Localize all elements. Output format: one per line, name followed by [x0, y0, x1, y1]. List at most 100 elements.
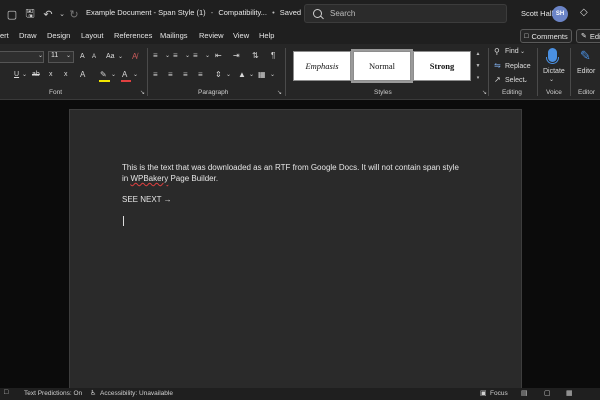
strikethrough-button[interactable]: ab [32, 71, 40, 78]
paragraph-dialog-launcher-icon[interactable]: ↘ [277, 89, 282, 96]
accessibility-icon[interactable]: ♿ [90, 389, 96, 397]
more-styles-icon[interactable]: ▾ [477, 75, 480, 81]
increase-indent-icon[interactable]: ⇥ [233, 51, 240, 60]
tab-references[interactable]: References [114, 31, 152, 40]
highlight-icon[interactable]: ✎ [100, 70, 107, 79]
document-canvas[interactable]: This is the text that was downloaded as … [0, 101, 600, 399]
paragraph-1-line-1[interactable]: This is the text that was downloaded as … [122, 162, 459, 173]
clear-formatting-icon[interactable]: A̸ [132, 52, 137, 61]
document-check-icon[interactable]: □ [4, 389, 8, 396]
editor-pen-icon[interactable]: ✎ [580, 48, 591, 64]
style-emphasis[interactable]: Emphasis [293, 51, 351, 81]
style-normal[interactable]: Normal [351, 49, 413, 83]
line-spacing-dropdown-icon[interactable]: ⌄ [226, 71, 231, 78]
chevron-down-icon[interactable]: ⌄ [118, 53, 123, 60]
misspelled-word[interactable]: WPBakery [130, 174, 168, 183]
tab-help[interactable]: Help [259, 31, 274, 40]
replace-icon[interactable]: ⇋ [494, 61, 501, 70]
font-color-icon[interactable]: A [122, 70, 127, 79]
styles-dialog-launcher-icon[interactable]: ↘ [482, 89, 487, 96]
tab-review[interactable]: Review [199, 31, 224, 40]
document-page[interactable]: This is the text that was downloaded as … [69, 109, 522, 399]
search-box[interactable]: Search [304, 4, 507, 23]
subscript-button[interactable]: x [49, 71, 53, 78]
save-icon[interactable]: 🖫 [22, 6, 38, 22]
underline-button[interactable]: U [14, 71, 19, 78]
document-icon[interactable]: ▢ [4, 6, 20, 22]
numbering-dropdown-icon[interactable]: ⌄ [185, 52, 190, 59]
change-case-button[interactable]: Aa [106, 53, 115, 60]
print-layout-icon[interactable]: ▢ [544, 389, 551, 397]
replace-button[interactable]: Replace [505, 63, 531, 70]
status-bar: □ Text Predictions: On ♿ Accessibility: … [0, 388, 600, 400]
font-color-swatch [121, 80, 131, 82]
align-right-icon[interactable]: ≡ [183, 70, 188, 79]
sort-icon[interactable]: ⇅ [252, 51, 259, 60]
comments-button[interactable]: □ Comments [520, 29, 572, 43]
borders-icon[interactable]: ▦ [258, 70, 266, 79]
multilevel-list-icon[interactable]: ≡ [193, 51, 198, 60]
shrink-font-button[interactable]: A [92, 54, 96, 60]
paragraph-2[interactable]: SEE NEXT → [122, 194, 172, 205]
editor-button[interactable]: Editor [577, 68, 595, 75]
focus-button[interactable]: Focus [490, 390, 508, 397]
find-button[interactable]: Find [505, 48, 519, 55]
select-dropdown-icon[interactable]: ⌄ [523, 77, 528, 84]
tab-insert[interactable]: ert [0, 31, 9, 40]
shading-dropdown-icon[interactable]: ⌄ [249, 71, 254, 78]
editing-mode-button[interactable]: ✎ Editi [576, 29, 600, 43]
tab-mailings[interactable]: Mailings [160, 31, 188, 40]
premium-diamond-icon[interactable]: ◇ [580, 7, 588, 18]
chevron-up-icon[interactable]: ▲ [476, 51, 481, 57]
font-dialog-launcher-icon[interactable]: ↘ [140, 89, 145, 96]
align-left-icon[interactable]: ≡ [153, 70, 158, 79]
bullets-dropdown-icon[interactable]: ⌄ [165, 52, 170, 59]
document-title[interactable]: Example Document - Span Style (1) - Comp… [86, 8, 311, 17]
web-layout-icon[interactable]: ▦ [566, 389, 573, 397]
pilcrow-icon[interactable]: ¶ [271, 51, 275, 60]
justify-icon[interactable]: ≡ [198, 70, 203, 79]
styles-gallery-scroll[interactable]: ▲ ▼ ▾ [474, 51, 482, 81]
title-bar: ▢ 🖫 ↶ ⌄ ↻ Example Document - Span Style … [0, 0, 600, 28]
shading-icon[interactable]: ▲ [238, 70, 246, 79]
font-size-dropdown-icon[interactable]: ⌄ [66, 52, 71, 59]
read-mode-icon[interactable]: ▤ [521, 389, 528, 397]
accessibility-status[interactable]: Accessibility: Unavailable [100, 390, 173, 397]
select-icon[interactable]: ↗ [494, 75, 501, 84]
align-center-icon[interactable]: ≡ [168, 70, 173, 79]
find-dropdown-icon[interactable]: ⌄ [520, 48, 525, 55]
multilevel-dropdown-icon[interactable]: ⌄ [205, 52, 210, 59]
bullets-icon[interactable]: ≡ [153, 51, 158, 60]
borders-dropdown-icon[interactable]: ⌄ [270, 71, 275, 78]
avatar[interactable]: SH [552, 6, 568, 22]
find-icon[interactable]: ⚲ [494, 47, 500, 56]
highlight-dropdown-icon[interactable]: ⌄ [111, 71, 116, 78]
font-family-dropdown-icon[interactable]: ⌄ [38, 52, 43, 59]
tab-design[interactable]: Design [47, 31, 70, 40]
compatibility-mode: Compatibility... [218, 8, 267, 17]
style-strong[interactable]: Strong [413, 51, 471, 81]
text-predictions-status[interactable]: Text Predictions: On [24, 390, 82, 397]
ribbon-divider [537, 48, 538, 96]
ribbon-divider [488, 48, 489, 96]
line-spacing-icon[interactable]: ⇕ [215, 70, 222, 79]
text-effects-icon[interactable]: A [80, 70, 85, 79]
tab-draw[interactable]: Draw [19, 31, 37, 40]
select-button[interactable]: Select [505, 77, 524, 84]
focus-icon[interactable]: ▣ [480, 389, 487, 397]
dictate-dropdown-icon[interactable]: ⌄ [549, 76, 554, 83]
redo-icon[interactable]: ↻ [66, 6, 82, 22]
chevron-down-icon[interactable]: ▼ [476, 63, 481, 69]
numbering-icon[interactable]: ≡ [173, 51, 178, 60]
user-name[interactable]: Scott Hall [521, 9, 553, 18]
underline-dropdown-icon[interactable]: ⌄ [22, 71, 27, 78]
dictate-button[interactable]: Dictate [543, 68, 565, 75]
decrease-indent-icon[interactable]: ⇤ [215, 51, 222, 60]
title-separator: - [210, 8, 214, 17]
tab-layout[interactable]: Layout [81, 31, 104, 40]
tab-view[interactable]: View [233, 31, 249, 40]
font-color-dropdown-icon[interactable]: ⌄ [133, 71, 138, 78]
grow-font-button[interactable]: A [80, 53, 85, 60]
superscript-button[interactable]: x [64, 71, 68, 78]
paragraph-1-line-2[interactable]: in WPBakery Page Builder. [122, 173, 218, 184]
